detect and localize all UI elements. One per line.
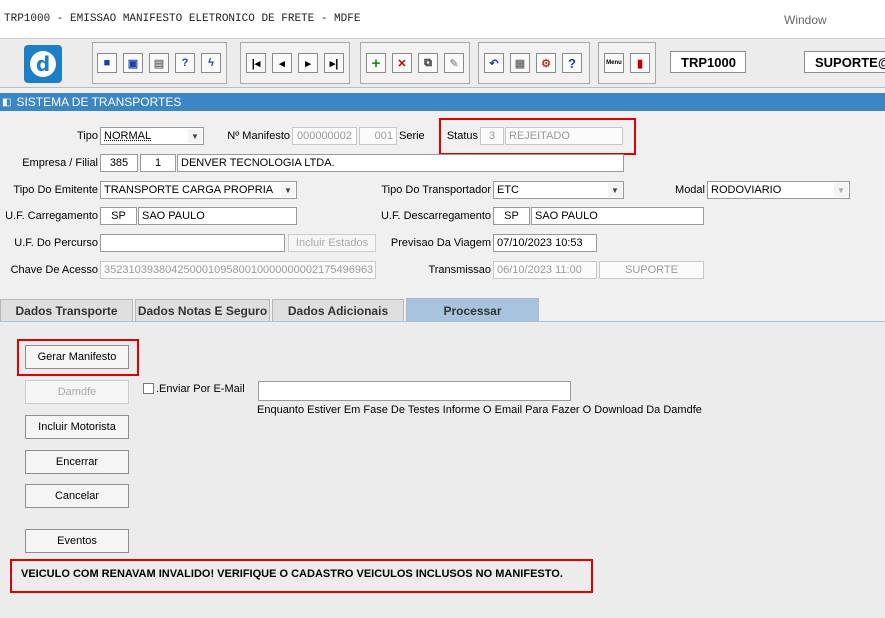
error-message: VEICULO COM RENAVAM INVALIDO! VERIFIQUE … [21,568,563,580]
window-menu[interactable]: Window [784,13,827,27]
incluir-motorista-button[interactable]: Incluir Motorista [25,415,129,439]
cancelar-button[interactable]: Cancelar [25,484,129,508]
chave-acesso-field: 3523103938042500010958001000000000217549… [100,261,376,279]
first-record-icon[interactable]: |◂ [246,53,266,73]
tipo-emitente-label: Tipo Do Emitente [13,184,98,196]
exit-icon[interactable]: ▮ [630,53,650,73]
logo-letter: d [30,51,56,77]
list-icon[interactable]: ▦ [510,53,530,73]
uf-descarregamento-nome-field: SAO PAULO [531,207,704,225]
next-record-icon[interactable]: ▸ [298,53,318,73]
empresa-name-field: DENVER TECNOLOGIA LTDA. [177,154,624,172]
menu-icon[interactable]: Menu [604,53,624,73]
tipo-label: Tipo [77,130,98,142]
uf-percurso-label: U.F. Do Percurso [14,237,98,249]
uf-carregamento-nome-field: SAO PAULO [138,207,297,225]
transmissao-user-field: SUPORTE [599,261,704,279]
empresa-label: Empresa / Filial [22,157,98,169]
help-icon[interactable]: ? [562,53,582,73]
form-code: TRP1000 [670,51,746,73]
tipo-emitente-select[interactable]: TRANSPORTE CARGA PROPRIA ▼ [100,181,297,199]
modal-select[interactable]: RODOVIARIO ▼ [707,181,850,199]
tipo-emitente-value: TRANSPORTE CARGA PROPRIA [104,184,274,196]
toolbar-group-record: ■ ▣ ▤ ? ϟ [92,42,227,84]
serie-label: Serie [399,130,425,142]
uf-percurso-field[interactable] [100,234,285,252]
tipo-value: NORMAL [104,130,152,142]
tipo-select[interactable]: NORMAL ▼ [100,127,204,145]
toolbar-group-exit: Menu ▮ [598,42,656,84]
uf-carregamento-label: U.F. Carregamento [5,210,98,222]
query-icon[interactable]: ? [175,53,195,73]
enviar-email-checkbox[interactable] [143,383,154,394]
print-icon[interactable]: ▤ [149,53,169,73]
execute-icon[interactable]: ϟ [201,53,221,73]
tab-dados-notas-seguro[interactable]: Dados Notas E Seguro [135,299,270,321]
tipo-transportador-select[interactable]: ETC ▼ [493,181,624,199]
status-text-field: REJEITADO [505,127,623,145]
system-bar: ◧ SISTEMA DE TRANSPORTES [0,93,885,111]
duplicate-icon[interactable]: ⧉ [418,53,438,73]
chevron-down-icon[interactable]: ▼ [608,183,622,197]
uf-carregamento-field[interactable]: SP [100,207,137,225]
insert-icon[interactable]: + [366,53,386,73]
last-record-icon[interactable]: ▸| [324,53,344,73]
app-logo: d [24,45,62,83]
transmissao-label: Transmissao [428,264,491,276]
empresa-code-field[interactable]: 385 [100,154,138,172]
serie-field: 001 [359,127,397,145]
previsao-field[interactable]: 07/10/2023 10:53 [493,234,597,252]
toolbar: d ■ ▣ ▤ ? ϟ |◂ ◂ ▸ ▸| + ✕ ⧉ ✎ ↶ ▦ ⚙ ? Me… [0,38,885,88]
status-code-field: 3 [480,127,504,145]
system-icon: ◧ [2,96,12,108]
delete-icon[interactable]: ✕ [392,53,412,73]
modal-value: RODOVIARIO [711,184,782,196]
prev-record-icon[interactable]: ◂ [272,53,292,73]
email-hint: Enquanto Estiver Em Fase De Testes Infor… [257,404,702,416]
tipo-transportador-label: Tipo Do Transportador [381,184,491,196]
encerrar-button[interactable]: Encerrar [25,450,129,474]
transmissao-data-field: 06/10/2023 11:00 [493,261,597,279]
window-title: TRP1000 - EMISSAO MANIFESTO ELETRONICO D… [4,13,361,25]
toolbar-group-tools: ↶ ▦ ⚙ ? [478,42,590,84]
enviar-email-label: .Enviar Por E-Mail [156,383,245,395]
tools-icon[interactable]: ⚙ [536,53,556,73]
toolbar-group-edit: + ✕ ⧉ ✎ [360,42,470,84]
email-input[interactable] [258,381,571,401]
uf-descarregamento-label: U.F. Descarregamento [380,210,491,222]
edit-icon[interactable]: ✎ [444,53,464,73]
chave-label: Chave De Acesso [10,264,98,276]
incluir-estados-button[interactable]: Incluir Estados [288,234,376,252]
user-name: SUPORTE@ [804,51,885,73]
chevron-down-icon[interactable]: ▼ [834,183,848,197]
modal-label: Modal [675,184,705,196]
manifesto-label: Nº Manifesto [227,130,290,142]
filial-code-field[interactable]: 1 [140,154,176,172]
uf-descarregamento-field[interactable]: SP [493,207,530,225]
clear-icon[interactable]: ▣ [123,53,143,73]
tab-processar[interactable]: Processar [406,298,539,322]
save-icon[interactable]: ■ [97,53,117,73]
title-bar: TRP1000 - EMISSAO MANIFESTO ELETRONICO D… [0,0,885,38]
system-title: SISTEMA DE TRANSPORTES [16,95,182,109]
eventos-button[interactable]: Eventos [25,529,129,553]
status-label: Status [446,130,478,142]
chevron-down-icon[interactable]: ▼ [281,183,295,197]
damdfe-button[interactable]: Damdfe [25,380,129,404]
tipo-transportador-value: ETC [497,184,519,196]
chevron-down-icon[interactable]: ▼ [188,129,202,143]
toolbar-group-navigation: |◂ ◂ ▸ ▸| [240,42,350,84]
previsao-label: Previsao Da Viagem [390,237,491,249]
menu-icon-text: Menu [606,60,622,66]
tab-dados-transporte[interactable]: Dados Transporte [0,299,133,321]
gerar-manifesto-button[interactable]: Gerar Manifesto [25,345,129,369]
undo-icon[interactable]: ↶ [484,53,504,73]
manifesto-number-field: 000000002 [292,127,357,145]
tab-dados-adicionais[interactable]: Dados Adicionais [272,299,404,321]
